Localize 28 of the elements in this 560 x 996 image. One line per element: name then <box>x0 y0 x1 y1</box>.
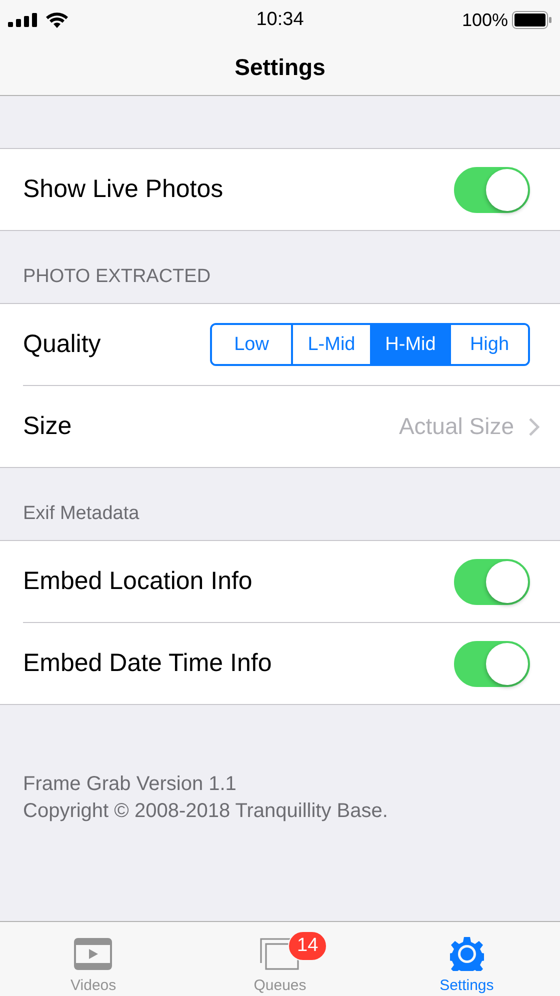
segment-option[interactable]: H-Mid <box>370 325 449 364</box>
footer-text: Frame Grab Version 1.1 <box>23 772 238 797</box>
tab-item[interactable]: Videos <box>0 922 187 996</box>
footer-text: Copyright © 2008-2018 Tranquillity Base. <box>23 799 389 824</box>
tab-item[interactable]: Settings <box>373 922 560 996</box>
row-label: Size <box>23 412 72 441</box>
nav-title: Settings <box>234 54 326 81</box>
row-value: Actual Size <box>398 413 514 440</box>
row-label: Embed Date Time Info <box>23 649 272 678</box>
row-label: Quality <box>23 330 101 359</box>
section-header: Exif Metadata <box>22 502 140 526</box>
toggle-switch[interactable] <box>454 558 530 604</box>
segment-option[interactable]: High <box>449 325 528 364</box>
battery-percent: 100% <box>462 10 508 30</box>
section-header: PHOTO EXTRACTED <box>22 265 212 289</box>
row-label: Embed Location Info <box>23 567 252 596</box>
tab-item[interactable]: 14 Queues <box>186 922 374 996</box>
film-icon <box>74 938 112 970</box>
row-label: Show Live Photos <box>23 175 224 204</box>
gear-icon <box>450 937 484 971</box>
toggle-switch[interactable] <box>454 640 530 686</box>
signal-icon <box>8 13 38 27</box>
badge-count: 14 <box>288 931 328 961</box>
chevron-icon <box>528 416 540 436</box>
battery-icon <box>512 11 552 29</box>
wifi-icon <box>46 12 68 28</box>
status-time: 10:34 <box>256 9 304 31</box>
toggle-switch[interactable] <box>454 166 530 212</box>
